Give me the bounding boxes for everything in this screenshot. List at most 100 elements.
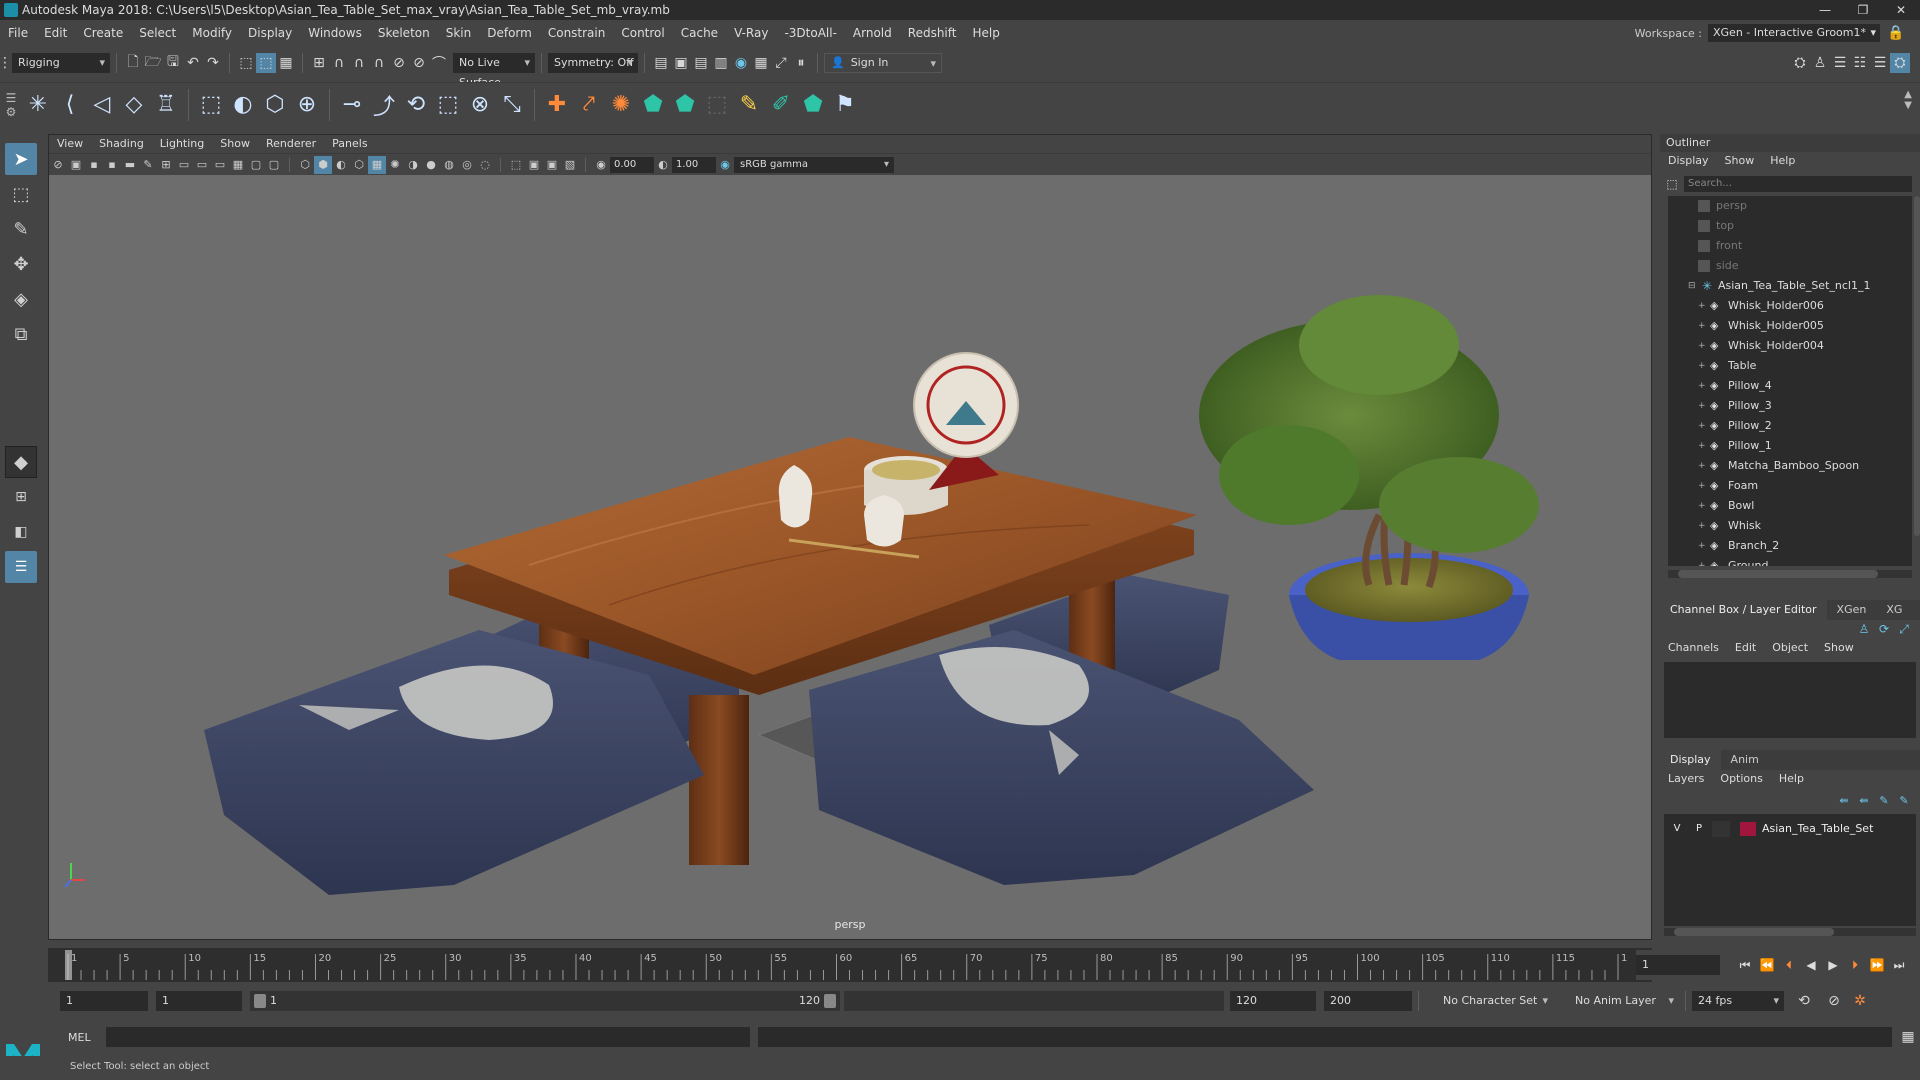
list-item[interactable]: + ◈ Matcha_Bamboo_Spoon xyxy=(1668,456,1912,476)
hypershade-icon[interactable]: ◉ xyxy=(731,53,751,73)
ik-spline-icon[interactable]: ◁ xyxy=(86,89,118,121)
move-layer-up-icon[interactable]: ⇚ xyxy=(1834,790,1854,810)
menu-vray[interactable]: V-Ray xyxy=(726,22,776,44)
current-time-indicator[interactable] xyxy=(65,950,72,980)
list-item[interactable]: top xyxy=(1668,216,1912,236)
paint-select-icon[interactable]: ✎ xyxy=(5,213,37,245)
list-item[interactable]: + ◈ Pillow_3 xyxy=(1668,396,1912,416)
render-icon[interactable]: ▤ xyxy=(651,53,671,73)
snap-curve-icon[interactable]: ∩ xyxy=(329,53,349,73)
viewport-menu-show[interactable]: Show xyxy=(212,135,258,153)
wrap-icon[interactable]: ⊕ xyxy=(291,89,323,121)
undo-icon[interactable]: ↶ xyxy=(183,53,203,73)
parent-constraint-icon[interactable]: ⬟ xyxy=(637,89,669,121)
live-surface-dropdown[interactable]: No Live Surface xyxy=(453,53,535,89)
safe-title-icon[interactable]: ▢ xyxy=(265,156,283,174)
safe-action-icon[interactable]: ▢ xyxy=(247,156,265,174)
menu-edit[interactable]: Edit xyxy=(36,22,75,44)
new-scene-icon[interactable]: 🗋 xyxy=(123,53,143,73)
outliner-search-input[interactable]: Search... xyxy=(1684,176,1912,192)
tool-settings-icon[interactable]: ☷ xyxy=(1850,53,1870,73)
wireframe-on-shaded-icon[interactable]: ⬡ xyxy=(350,156,368,174)
menu-skin[interactable]: Skin xyxy=(438,22,480,44)
loop-icon[interactable]: ⟲ xyxy=(1794,991,1814,1011)
bonsai-tree[interactable] xyxy=(1199,295,1539,660)
expand-icon[interactable]: + xyxy=(1698,496,1708,516)
current-frame-field[interactable]: 1 xyxy=(1636,955,1720,975)
list-item[interactable]: + ◈ Table xyxy=(1668,356,1912,376)
xray-components-icon[interactable]: ▧ xyxy=(561,156,579,174)
channel-box-menu-show[interactable]: Show xyxy=(1816,639,1862,657)
attribute-editor-icon[interactable]: ☰ xyxy=(1830,53,1850,73)
auto-key-icon[interactable]: ⊘ xyxy=(1824,991,1844,1011)
go-to-start-icon[interactable]: ⏮ xyxy=(1734,958,1756,973)
anim-layer-dropdown[interactable]: No Anim Layer xyxy=(1559,991,1679,1011)
blend-shape-icon[interactable]: ⬟ xyxy=(797,89,829,121)
bend-icon[interactable]: ⤴ xyxy=(368,89,400,121)
outliner-menu-show[interactable]: Show xyxy=(1717,152,1763,170)
playback-end-field[interactable]: 120 xyxy=(1230,991,1316,1011)
expand-icon[interactable]: + xyxy=(1698,376,1708,396)
move-layer-down-icon[interactable]: ⇚ xyxy=(1854,790,1874,810)
new-layer-selected-icon[interactable]: ✎ xyxy=(1894,790,1914,810)
layer-menu-help[interactable]: Help xyxy=(1771,770,1812,788)
expand-icon[interactable]: + xyxy=(1698,436,1708,456)
viewport-menu-shading[interactable]: Shading xyxy=(91,135,152,153)
exposure-icon[interactable]: ◉ xyxy=(592,156,610,174)
channel-box-area[interactable] xyxy=(1664,662,1916,738)
expand-icon[interactable]: + xyxy=(1698,516,1708,536)
pillow-front-right[interactable] xyxy=(809,630,1314,885)
expand-icon[interactable]: + xyxy=(1698,336,1708,356)
layer-menu-options[interactable]: Options xyxy=(1712,770,1770,788)
minimize-button[interactable]: — xyxy=(1806,0,1844,20)
script-editor-icon[interactable]: ▦ xyxy=(1898,1027,1918,1047)
character-controls-icon[interactable]: ♙ xyxy=(1810,53,1830,73)
channel-box-menu-object[interactable]: Object xyxy=(1764,639,1816,657)
snap-point-icon[interactable]: ∩ xyxy=(349,53,369,73)
snap-grid-icon[interactable]: ⊞ xyxy=(309,53,329,73)
ipr-render-icon[interactable]: ▤ xyxy=(691,53,711,73)
outliner-scrollbar[interactable] xyxy=(1914,196,1920,536)
save-scene-icon[interactable]: 🖫 xyxy=(163,53,183,73)
range-start-handle[interactable]: 1 xyxy=(254,991,277,1011)
expand-icon[interactable]: + xyxy=(1698,556,1708,566)
list-item[interactable]: + ◈ Whisk_Holder004 xyxy=(1668,336,1912,356)
playback-start-field[interactable]: 1 xyxy=(156,991,242,1011)
list-item[interactable]: + ◈ Pillow_2 xyxy=(1668,416,1912,436)
list-item[interactable]: + ◈ Whisk_Holder005 xyxy=(1668,316,1912,336)
list-item[interactable]: + ◈ Branch_2 xyxy=(1668,536,1912,556)
use-lights-icon[interactable]: ✺ xyxy=(386,156,404,174)
resolution-gate-icon[interactable]: ▭ xyxy=(193,156,211,174)
expand-icon[interactable]: + xyxy=(1698,396,1708,416)
list-item[interactable]: + ◈ Pillow_1 xyxy=(1668,436,1912,456)
step-back-frame-icon[interactable]: ⏴ xyxy=(1778,958,1800,973)
maximize-button[interactable]: ❐ xyxy=(1844,0,1882,20)
sculpt-icon[interactable]: ⊗ xyxy=(464,89,496,121)
outliner-menu-help[interactable]: Help xyxy=(1762,152,1803,170)
anim-prefs-icon[interactable]: ✲ xyxy=(1850,991,1870,1011)
menu-control[interactable]: Control xyxy=(613,22,672,44)
viewport-menu-panels[interactable]: Panels xyxy=(324,135,375,153)
time-slider[interactable]: 1 5 10 15 20 25 30 35 40 45 50 55 60 65 70 75 80 85 90 95 10… xyxy=(48,948,1652,982)
menu-windows[interactable]: Windows xyxy=(300,22,370,44)
field-chart-icon[interactable]: ▦ xyxy=(229,156,247,174)
playback-toggle[interactable]: P xyxy=(1690,821,1708,837)
list-item[interactable]: + ◈ Bowl xyxy=(1668,496,1912,516)
list-item[interactable]: + ◈ Whisk xyxy=(1668,516,1912,536)
menu-create[interactable]: Create xyxy=(75,22,131,44)
menu-arnold[interactable]: Arnold xyxy=(845,22,900,44)
layer-color-swatch[interactable] xyxy=(1740,822,1756,836)
twist-icon[interactable]: ⟲ xyxy=(400,89,432,121)
menu-set-dropdown[interactable]: Rigging xyxy=(12,53,110,73)
wave-icon[interactable]: ⬚ xyxy=(432,89,464,121)
layer-hscrollbar[interactable] xyxy=(1664,928,1916,936)
create-joint-icon[interactable]: ✳ xyxy=(22,89,54,121)
snap-vertex-icon[interactable]: ⊘ xyxy=(409,53,429,73)
expand-icon[interactable]: + xyxy=(1698,316,1708,336)
screen-space-ao-icon[interactable]: ● xyxy=(422,156,440,174)
camera-attributes-icon[interactable]: ⊘ xyxy=(49,156,67,174)
hik-icon[interactable]: ✐ xyxy=(765,89,797,121)
shadows-icon[interactable]: ◑ xyxy=(404,156,422,174)
viewport-menu-view[interactable]: View xyxy=(49,135,91,153)
ik-handle-icon[interactable]: ⟨ xyxy=(54,89,86,121)
